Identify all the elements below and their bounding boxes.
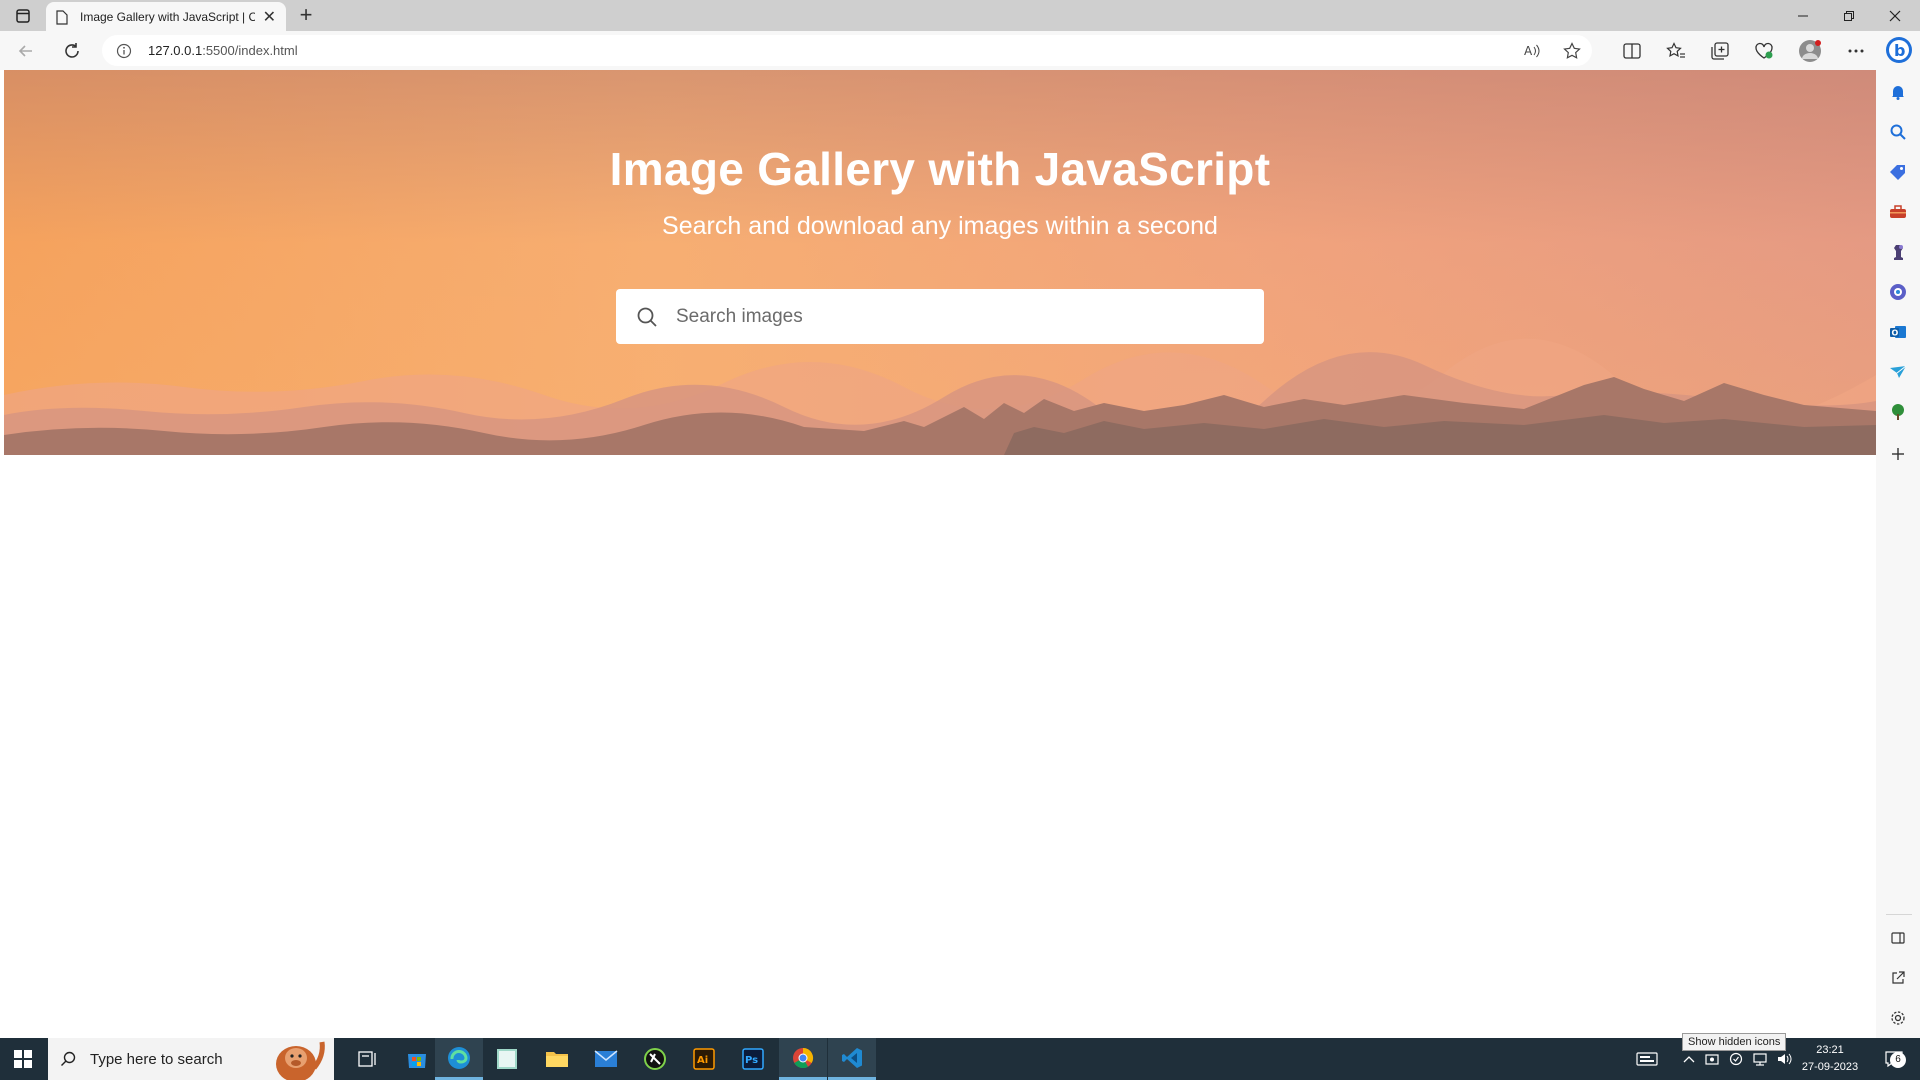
search-icon xyxy=(637,307,657,327)
close-tab-icon[interactable]: ✕ xyxy=(263,7,276,27)
favorite-star-icon[interactable] xyxy=(1552,41,1592,60)
svg-text:Ai: Ai xyxy=(697,1055,708,1066)
close-window-button[interactable] xyxy=(1872,0,1918,31)
new-tab-button[interactable]: + xyxy=(294,4,318,28)
browser-title-bar: Image Gallery with JavaScript | C ✕ + xyxy=(0,0,1920,32)
adobe-photoshop-icon[interactable]: Ps xyxy=(729,1038,777,1080)
restore-button[interactable] xyxy=(1826,0,1872,31)
search-icon[interactable] xyxy=(1888,122,1908,142)
taskbar-search-box[interactable]: Type here to search xyxy=(48,1038,334,1080)
taskbar-search-text: Type here to search xyxy=(90,1050,223,1068)
svg-text:b: b xyxy=(1894,41,1905,60)
search-icon xyxy=(61,1051,76,1066)
tab-actions-icon[interactable] xyxy=(12,6,34,26)
more-options-icon[interactable] xyxy=(1844,39,1868,63)
notepad-icon[interactable] xyxy=(483,1038,531,1080)
svg-text:Ps: Ps xyxy=(745,1055,758,1066)
clock-date: 27-09-2023 xyxy=(1801,1061,1859,1073)
edge-sidebar: O xyxy=(1876,70,1920,1038)
system-clock[interactable]: 23:21 27-09-2023 xyxy=(1790,1042,1870,1076)
page-title: Image Gallery with JavaScript xyxy=(609,143,1271,195)
site-info-icon[interactable] xyxy=(116,43,132,59)
inkscape-style-icon[interactable] xyxy=(631,1038,679,1080)
refresh-button[interactable] xyxy=(60,39,84,63)
clock-time: 23:21 xyxy=(1816,1044,1844,1056)
search-box[interactable] xyxy=(616,289,1264,344)
back-button[interactable] xyxy=(14,39,38,63)
page-subtitle: Search and download any images within a … xyxy=(662,212,1218,240)
svg-text:O: O xyxy=(1892,329,1899,338)
tree-icon[interactable] xyxy=(1888,402,1908,422)
shopping-tag-icon[interactable] xyxy=(1888,162,1908,182)
minimize-button[interactable] xyxy=(1780,0,1826,31)
url-text: 127.0.0.1:5500/index.html xyxy=(148,43,298,58)
bell-icon[interactable] xyxy=(1888,82,1908,102)
search-input[interactable] xyxy=(676,305,1236,328)
vscode-icon[interactable] xyxy=(828,1038,876,1080)
windows-taskbar: Type here to search Ai Ps 23:21 27-09-20… xyxy=(0,1038,1920,1080)
browser-essentials-icon[interactable] xyxy=(1752,39,1776,63)
keyboard-layout-icon[interactable] xyxy=(1632,1038,1662,1080)
tab-title: Image Gallery with JavaScript | C xyxy=(80,10,255,24)
task-view-icon[interactable] xyxy=(344,1038,392,1080)
orangutan-search-highlight-icon xyxy=(276,1041,325,1080)
drop-icon[interactable] xyxy=(1888,362,1908,382)
bing-copilot-icon[interactable]: b xyxy=(1884,35,1914,65)
open-external-icon[interactable] xyxy=(1888,968,1908,988)
browser-toolbar: 127.0.0.1:5500/index.html A b xyxy=(0,31,1920,70)
profile-avatar[interactable] xyxy=(1798,39,1822,63)
hero-banner: Image Gallery with JavaScript Search and… xyxy=(4,70,1876,455)
web-page: Image Gallery with JavaScript Search and… xyxy=(4,70,1876,1038)
chrome-icon[interactable] xyxy=(779,1038,827,1080)
edge-taskbar-icon[interactable] xyxy=(435,1038,483,1080)
svg-text:A: A xyxy=(1524,44,1533,58)
adobe-illustrator-icon[interactable]: Ai xyxy=(680,1038,728,1080)
microsoft-365-icon[interactable] xyxy=(1888,282,1908,302)
mail-icon[interactable] xyxy=(582,1038,630,1080)
show-hidden-icons-tooltip: Show hidden icons xyxy=(1682,1033,1787,1051)
sidebar-layout-icon[interactable] xyxy=(1888,928,1908,948)
add-icon[interactable] xyxy=(1888,444,1908,464)
collections-icon[interactable] xyxy=(1708,39,1732,63)
split-screen-icon[interactable] xyxy=(1620,39,1644,63)
address-bar[interactable]: 127.0.0.1:5500/index.html A xyxy=(102,35,1592,66)
start-button[interactable] xyxy=(0,1038,46,1080)
settings-gear-icon[interactable] xyxy=(1888,1008,1908,1028)
outlook-icon[interactable]: O xyxy=(1888,322,1908,342)
tab-active[interactable]: Image Gallery with JavaScript | C ✕ xyxy=(46,2,286,32)
file-explorer-icon[interactable] xyxy=(533,1038,581,1080)
favorites-icon[interactable] xyxy=(1664,39,1688,63)
read-aloud-icon[interactable]: A xyxy=(1512,43,1552,59)
games-icon[interactable] xyxy=(1888,242,1908,262)
page-icon xyxy=(56,9,68,25)
tools-icon[interactable] xyxy=(1888,202,1908,222)
notification-count-badge: 6 xyxy=(1890,1052,1906,1068)
microsoft-store-icon[interactable] xyxy=(393,1038,441,1080)
